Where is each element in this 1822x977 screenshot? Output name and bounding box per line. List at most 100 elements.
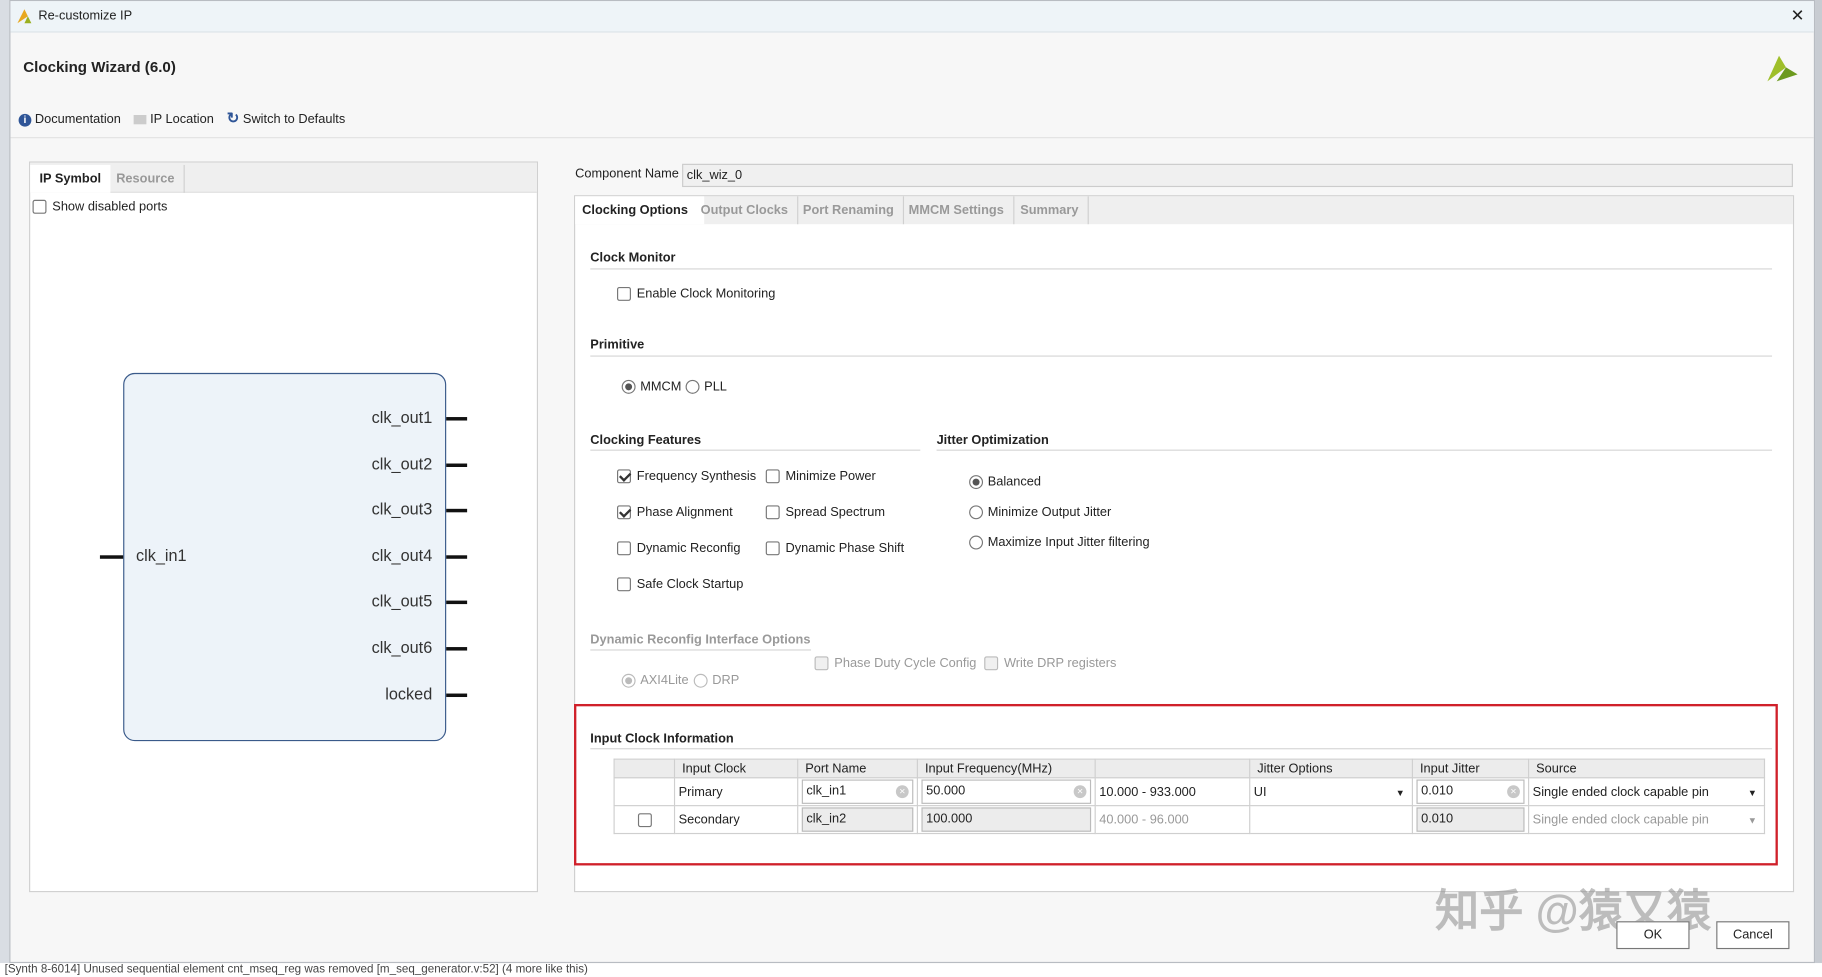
pin-clk-out1 xyxy=(446,417,468,421)
folder-icon xyxy=(133,115,147,125)
input-frequency-input-secondary: 100.000 xyxy=(921,807,1092,832)
spread-spectrum-checkbox[interactable]: Spread Spectrum xyxy=(765,505,885,520)
axi4lite-radio[interactable]: AXI4Lite xyxy=(621,674,689,688)
ip-symbol-panel: IP Symbol Resource Show disabled ports c… xyxy=(29,161,539,893)
window-title: Re-customize IP xyxy=(38,9,133,24)
dropdown-arrow-icon: ▼ xyxy=(1747,787,1757,799)
tab-mmcm-settings[interactable]: MMCM Settings xyxy=(899,196,1015,225)
input-clock-heading: Input Clock Information xyxy=(590,731,734,746)
pin-clk-out3 xyxy=(446,509,468,513)
switch-to-defaults-link[interactable]: ↻ Switch to Defaults xyxy=(227,109,346,126)
refresh-icon: ↻ xyxy=(226,109,240,127)
column-header xyxy=(613,758,676,779)
pin-clk-out2 xyxy=(446,463,468,467)
phase-duty-cycle-checkbox[interactable]: Phase Duty Cycle Config xyxy=(814,656,976,671)
write-drp-registers-checkbox[interactable]: Write DRP registers xyxy=(984,656,1116,671)
primitive-pll-radio[interactable]: PLL xyxy=(685,380,727,394)
options-tabs: Clocking Options Output Clocks Port Rena… xyxy=(575,196,1793,225)
clear-icon[interactable]: × xyxy=(895,785,909,799)
port-clk-out6: clk_out6 xyxy=(371,637,433,657)
port-clk-out5: clk_out5 xyxy=(371,591,433,611)
title-bar: Re-customize IP ✕ xyxy=(10,1,1814,33)
cancel-button[interactable]: Cancel xyxy=(1716,921,1790,950)
source-select[interactable]: Single ended clock capable pin ▼ xyxy=(1528,777,1766,807)
frequency-range-secondary: 40.000 - 96.000 xyxy=(1094,805,1251,835)
tab-clocking-options[interactable]: Clocking Options xyxy=(575,196,705,225)
port-clk-out4: clk_out4 xyxy=(371,545,433,565)
input-jitter-input[interactable]: 0.010 × xyxy=(1416,779,1525,804)
clear-icon[interactable]: × xyxy=(1507,785,1520,799)
table-row-secondary: Secondary clk_in2 100.000 40.000 - 96.00… xyxy=(613,805,1766,835)
component-name-label: Component Name xyxy=(575,167,679,182)
input-jitter-input-secondary: 0.010 xyxy=(1416,807,1525,832)
tab-port-renaming[interactable]: Port Renaming xyxy=(794,196,905,225)
column-header: Port Name xyxy=(797,758,918,779)
column-header: Input Frequency(MHz) xyxy=(916,758,1096,779)
port-name-input[interactable]: clk_in1 × xyxy=(801,779,914,804)
jitter-balanced-radio[interactable]: Balanced xyxy=(969,475,1041,490)
component-name-input[interactable]: clk_wiz_0 xyxy=(682,163,1793,188)
tab-resource[interactable]: Resource xyxy=(107,164,185,193)
background-app xyxy=(0,0,10,977)
page-title: Clocking Wizard (6.0) xyxy=(23,58,176,76)
clock-monitor-heading: Clock Monitor xyxy=(590,250,676,265)
screen: [Synth 8-6014] Unused sequential element… xyxy=(0,0,1822,977)
column-header: Input Clock xyxy=(673,758,799,779)
close-button[interactable]: ✕ xyxy=(1791,6,1805,26)
toolbar: i Documentation IP Location ↻ Switch to … xyxy=(18,109,346,128)
port-name-input-secondary: clk_in2 xyxy=(801,807,914,832)
input-clock-table: Input Clock Port Name Input Frequency(MHz)… xyxy=(613,758,1766,835)
primitive-heading: Primitive xyxy=(590,338,645,352)
info-icon: i xyxy=(18,113,32,127)
column-header: Input Jitter xyxy=(1411,758,1530,779)
pin-clk-out4 xyxy=(446,555,468,559)
jitter-options-select[interactable]: UI ▼ xyxy=(1249,777,1413,807)
pin-clk-out5 xyxy=(446,601,468,605)
jitter-maximize-input-radio[interactable]: Maximize Input Jitter filtering xyxy=(969,536,1150,550)
frequency-synthesis-checkbox[interactable]: Frequency Synthesis xyxy=(617,469,756,484)
input-clock-cell: Primary xyxy=(673,777,799,807)
column-header: Jitter Options xyxy=(1249,758,1413,779)
minimize-power-checkbox[interactable]: Minimize Power xyxy=(765,469,876,484)
column-header xyxy=(1094,758,1251,779)
primitive-mmcm-radio[interactable]: MMCM xyxy=(621,380,681,394)
tab-ip-symbol[interactable]: IP Symbol xyxy=(30,164,111,193)
vivado-logo-icon xyxy=(17,9,32,24)
left-tabs: IP Symbol Resource xyxy=(30,162,537,193)
ip-location-link[interactable]: IP Location xyxy=(133,113,214,127)
dynamic-phase-shift-checkbox[interactable]: Dynamic Phase Shift xyxy=(765,541,904,556)
jitter-options-secondary xyxy=(1249,805,1413,835)
table-row-primary: Primary clk_in1 × 50.000 × 10.000 - 933.00… xyxy=(613,777,1766,807)
enable-clock-monitoring-checkbox[interactable]: Enable Clock Monitoring xyxy=(617,287,775,301)
column-header: Source xyxy=(1528,758,1766,779)
dropdown-arrow-icon: ▼ xyxy=(1395,787,1405,799)
frequency-range: 10.000 - 933.000 xyxy=(1094,777,1251,807)
port-clk-out3: clk_out3 xyxy=(371,499,433,519)
drp-heading: Dynamic Reconfig Interface Options xyxy=(590,633,811,648)
port-locked: locked xyxy=(385,683,433,703)
options-panel: Clocking Options Output Clocks Port Rena… xyxy=(574,195,1795,893)
pin-clk-in1 xyxy=(99,555,124,559)
documentation-link[interactable]: i Documentation xyxy=(18,113,121,127)
tab-output-clocks[interactable]: Output Clocks xyxy=(691,196,799,225)
clocking-features-heading: Clocking Features xyxy=(590,433,702,448)
safe-clock-startup-checkbox[interactable]: Safe Clock Startup xyxy=(617,577,743,592)
secondary-clock-checkbox[interactable] xyxy=(637,812,652,827)
show-disabled-ports-checkbox[interactable]: Show disabled ports xyxy=(32,200,167,214)
input-frequency-input[interactable]: 50.000 × xyxy=(921,779,1092,804)
pin-clk-out6 xyxy=(446,647,468,651)
recustomize-ip-dialog: Re-customize IP ✕ Clocking Wizard (6.0) … xyxy=(9,0,1816,964)
dropdown-arrow-icon: ▼ xyxy=(1747,815,1757,826)
port-clk-out2: clk_out2 xyxy=(371,453,433,473)
dynamic-reconfig-checkbox[interactable]: Dynamic Reconfig xyxy=(617,541,740,556)
xilinx-logo-icon xyxy=(1767,55,1798,82)
jitter-minimize-output-radio[interactable]: Minimize Output Jitter xyxy=(969,505,1111,520)
phase-alignment-checkbox[interactable]: Phase Alignment xyxy=(617,505,733,520)
clear-icon[interactable]: × xyxy=(1073,785,1087,799)
pin-locked xyxy=(446,693,468,697)
drp-radio[interactable]: DRP xyxy=(693,674,739,688)
ok-button[interactable]: OK xyxy=(1616,921,1690,950)
source-select-secondary: Single ended clock capable pin ▼ xyxy=(1528,805,1766,835)
tab-summary[interactable]: Summary xyxy=(1011,196,1089,225)
jitter-optimization-heading: Jitter Optimization xyxy=(936,433,1049,448)
